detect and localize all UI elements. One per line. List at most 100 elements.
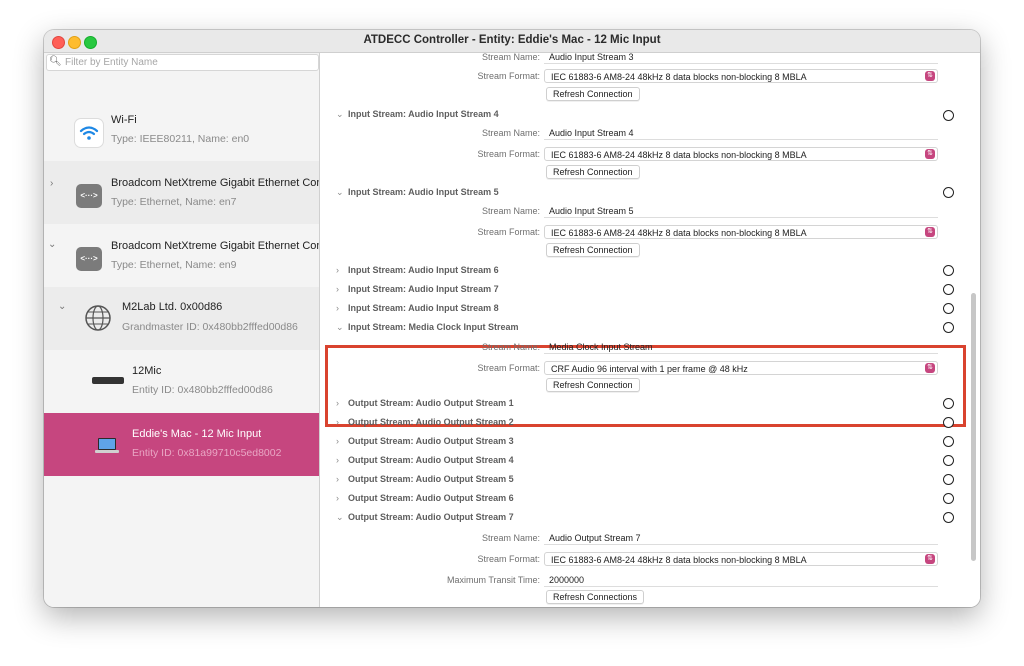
- section-header[interactable]: › Input Stream: Audio Input Stream 7: [336, 284, 499, 294]
- stream-radio-button[interactable]: [943, 474, 954, 485]
- stream-format-select[interactable]: CRF Audio 96 interval with 1 per frame @…: [544, 361, 938, 375]
- entity-subtitle: Entity ID: 0x81a99710c5ed8002: [132, 447, 282, 459]
- chevron-right-icon: ›: [336, 265, 339, 275]
- stream-radio-button[interactable]: [943, 322, 954, 333]
- stream-radio-button[interactable]: [943, 455, 954, 466]
- entity-row-grandmaster[interactable]: ⌄ M2Lab Ltd. 0x00d86 Grandmaster ID: 0x4…: [44, 287, 319, 350]
- section-header[interactable]: › Input Stream: Audio Input Stream 6: [336, 265, 499, 275]
- refresh-connections-button[interactable]: Refresh Connections: [546, 590, 645, 604]
- stream-radio-button[interactable]: [943, 284, 954, 295]
- popup-arrows-icon: ⇅: [925, 71, 935, 81]
- chevron-right-icon: ›: [336, 474, 339, 484]
- stream-radio-button[interactable]: [943, 110, 954, 121]
- chevron-down-icon: ⌄: [336, 512, 344, 522]
- section-header[interactable]: › Output Stream: Audio Output Stream 3: [336, 436, 514, 446]
- entity-subtitle: Type: IEEE80211, Name: en0: [111, 133, 250, 145]
- entity-name: Eddie's Mac - 12 Mic Input: [132, 428, 262, 440]
- stream-format-label: Stream Format:: [477, 71, 540, 81]
- section-title: Input Stream: Audio Input Stream 4: [348, 109, 499, 119]
- refresh-connection-button[interactable]: Refresh Connection: [546, 165, 640, 179]
- stream-name-field[interactable]: Audio Output Stream 7: [544, 531, 938, 545]
- chevron-right-icon: ›: [336, 493, 339, 503]
- stream-name-label: Stream Name:: [481, 533, 540, 543]
- stream-radio-button[interactable]: [943, 493, 954, 504]
- stream-format-select[interactable]: IEC 61883-6 AM8-24 48kHz 8 data blocks n…: [544, 225, 938, 239]
- chevron-right-icon: ›: [336, 455, 339, 465]
- stream-format-label: Stream Format:: [477, 149, 540, 159]
- entity-row-wifi[interactable]: Wi-Fi Type: IEEE80211, Name: en0: [44, 98, 319, 161]
- entity-row-eddies-mac[interactable]: Eddie's Mac - 12 Mic Input Entity ID: 0x…: [44, 413, 319, 476]
- chevron-right-icon: ›: [336, 303, 339, 313]
- section-header[interactable]: ⌄ Output Stream: Audio Output Stream 7: [336, 512, 514, 523]
- stream-name-label: Stream Name:: [481, 342, 540, 352]
- entity-subtitle: Grandmaster ID: 0x480bb2fffed00d86: [122, 321, 298, 333]
- refresh-connection-button[interactable]: Refresh Connection: [546, 87, 640, 101]
- stream-format-select[interactable]: IEC 61883-6 AM8-24 48kHz 8 data blocks n…: [544, 69, 938, 83]
- stream-radio-button[interactable]: [943, 436, 954, 447]
- entity-subtitle: Type: Ethernet, Name: en7: [111, 196, 237, 208]
- refresh-connection-button[interactable]: Refresh Connection: [546, 378, 640, 392]
- popup-arrows-icon: ⇅: [925, 554, 935, 564]
- chevron-right-icon[interactable]: ›: [50, 178, 53, 189]
- section-header[interactable]: › Output Stream: Audio Output Stream 5: [336, 474, 514, 484]
- section-title: Input Stream: Audio Input Stream 5: [348, 187, 499, 197]
- chevron-down-icon[interactable]: ⌄: [48, 239, 56, 250]
- section-header[interactable]: ⌄ Input Stream: Audio Input Stream 4: [336, 109, 499, 120]
- vertical-scrollbar[interactable]: [971, 293, 976, 561]
- ethernet-icon: <···>: [76, 247, 102, 271]
- stream-radio-button[interactable]: [943, 512, 954, 523]
- section-title: Output Stream: Audio Output Stream 5: [348, 474, 514, 484]
- section-header[interactable]: › Output Stream: Audio Output Stream 4: [336, 455, 514, 465]
- ethernet-icon: <···>: [76, 184, 102, 208]
- stream-name-field[interactable]: Audio Input Stream 4: [544, 126, 938, 140]
- section-header[interactable]: ⌄ Input Stream: Media Clock Input Stream: [336, 322, 519, 333]
- wifi-icon: [75, 119, 103, 147]
- max-transit-time-label: Maximum Transit Time:: [446, 575, 540, 585]
- section-header[interactable]: ⌄ Input Stream: Audio Input Stream 5: [336, 187, 499, 198]
- section-header[interactable]: › Output Stream: Audio Output Stream 2: [336, 417, 514, 427]
- chevron-down-icon: ⌄: [336, 322, 344, 332]
- chevron-right-icon: ›: [336, 417, 339, 427]
- section-title: Output Stream: Audio Output Stream 1: [348, 398, 514, 408]
- popup-arrows-icon: ⇅: [925, 149, 935, 159]
- stream-radio-button[interactable]: [943, 398, 954, 409]
- search-icon: 🔍︎: [49, 56, 62, 67]
- section-header[interactable]: › Input Stream: Audio Input Stream 8: [336, 303, 499, 313]
- stream-name-label: Stream Name:: [481, 206, 540, 216]
- stream-name-field[interactable]: Audio Input Stream 5: [544, 204, 938, 218]
- section-title: Output Stream: Audio Output Stream 6: [348, 493, 514, 503]
- stream-format-select[interactable]: IEC 61883-6 AM8-24 48kHz 8 data blocks n…: [544, 552, 938, 566]
- filter-input[interactable]: [65, 55, 315, 69]
- stream-format-value: IEC 61883-6 AM8-24 48kHz 8 data blocks n…: [551, 228, 807, 238]
- entity-row-ethernet-en7[interactable]: › <···> Broadcom NetXtreme Gigabit Ether…: [44, 161, 319, 224]
- section-title: Output Stream: Audio Output Stream 4: [348, 455, 514, 465]
- stream-format-label: Stream Format:: [477, 554, 540, 564]
- chevron-down-icon[interactable]: ⌄: [58, 301, 66, 312]
- stream-name-field[interactable]: Audio Input Stream 3: [544, 53, 938, 64]
- stream-name-label: Stream Name:: [481, 53, 540, 62]
- laptop-icon: [94, 437, 120, 460]
- highlight-box: [325, 345, 966, 427]
- chevron-right-icon: ›: [336, 398, 339, 408]
- stream-radio-button[interactable]: [943, 303, 954, 314]
- section-title: Output Stream: Audio Output Stream 3: [348, 436, 514, 446]
- stream-format-select[interactable]: IEC 61883-6 AM8-24 48kHz 8 data blocks n…: [544, 147, 938, 161]
- chevron-down-icon: ⌄: [336, 109, 344, 119]
- stream-radio-button[interactable]: [943, 187, 954, 198]
- filter-field[interactable]: 🔍︎: [46, 54, 319, 71]
- entity-row-12mic[interactable]: 12Mic Entity ID: 0x480bb2fffed00d86: [44, 350, 319, 413]
- stream-detail-panel: Stream Name: Audio Input Stream 3 Stream…: [320, 53, 980, 607]
- section-title: Input Stream: Media Clock Input Stream: [348, 322, 519, 332]
- chevron-right-icon: ›: [336, 284, 339, 294]
- stream-format-label: Stream Format:: [477, 363, 540, 373]
- entity-row-ethernet-en9[interactable]: ⌄ <···> Broadcom NetXtreme Gigabit Ether…: [44, 224, 319, 287]
- stream-name-field[interactable]: Media Clock Input Stream: [544, 340, 938, 354]
- max-transit-time-field[interactable]: 2000000: [544, 573, 938, 587]
- refresh-connection-button[interactable]: Refresh Connection: [546, 243, 640, 257]
- section-header[interactable]: › Output Stream: Audio Output Stream 6: [336, 493, 514, 503]
- stream-format-label: Stream Format:: [477, 227, 540, 237]
- stream-radio-button[interactable]: [943, 265, 954, 276]
- stream-radio-button[interactable]: [943, 417, 954, 428]
- popup-arrows-icon: ⇅: [925, 363, 935, 373]
- section-header[interactable]: › Output Stream: Audio Output Stream 1: [336, 398, 514, 408]
